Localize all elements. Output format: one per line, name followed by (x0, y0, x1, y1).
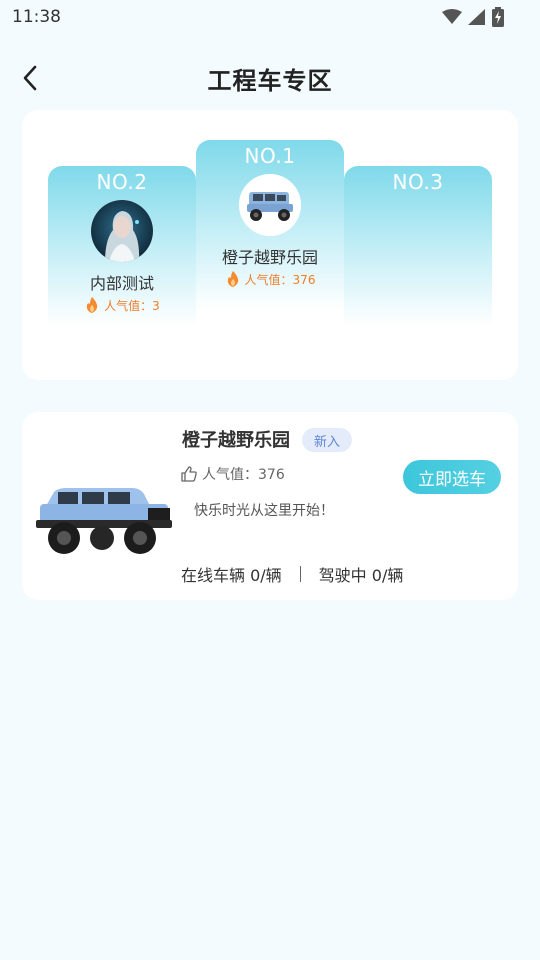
store-name: 橙子越野乐园 (221, 248, 318, 267)
popularity-text: 人气值：3 (104, 298, 160, 313)
store-name: 内部测试 (89, 274, 154, 293)
status-time: 11:38 (12, 7, 61, 27)
vehicle-image (36, 462, 172, 562)
avatar-image (91, 200, 153, 262)
back-button[interactable] (16, 64, 44, 92)
avatar (239, 174, 301, 236)
wifi-icon (442, 9, 462, 24)
signal-icon (468, 9, 485, 25)
driving-vehicles: 驾驶中 0/辆 (318, 566, 404, 585)
page-title: 工程车专区 (207, 66, 333, 95)
fire-icon (87, 297, 98, 313)
thumbs-up-icon (181, 466, 197, 482)
status-bar: 11:38 (0, 0, 540, 34)
likes-row: 人气值：376 (180, 464, 285, 484)
new-badge: 新入 (302, 428, 352, 452)
podium-rank-3[interactable]: NO.3 (344, 166, 492, 326)
rank-label: NO.3 (392, 170, 444, 194)
popularity: 人气值：376 (225, 270, 316, 288)
likes-text: 人气值：376 (202, 467, 285, 483)
store-slogan: 快乐时光从这里开始！ (194, 503, 334, 519)
fire-icon (227, 271, 238, 287)
header: 工程车专区 (0, 52, 540, 104)
rank-label: NO.2 (96, 170, 148, 194)
online-vehicles: 在线车辆 0/辆 (181, 566, 282, 585)
store-card[interactable]: 橙子越野乐园 新入 人气值：376 立即选车 快乐时光从这里开始！ 在线车辆 0… (22, 412, 518, 600)
battery-icon (492, 7, 504, 27)
popularity-text: 人气值：376 (244, 272, 316, 287)
rank-label: NO.1 (244, 144, 296, 168)
vehicle-image (239, 174, 301, 236)
podium-rank-1[interactable]: NO.1 橙子越野乐园 人气值：376 (196, 140, 344, 310)
store-name: 橙子越野乐园 (182, 430, 290, 451)
vehicle-stats: 在线车辆 0/辆 驾驶中 0/辆 (181, 562, 403, 586)
ranking-card: NO.2 内部测试 人气值：3 NO.1 橙子越野乐园 人气值：376 NO.3 (22, 110, 518, 380)
status-icons (442, 7, 504, 27)
divider (299, 566, 301, 582)
select-vehicle-button[interactable]: 立即选车 (403, 460, 501, 494)
podium-rank-2[interactable]: NO.2 内部测试 人气值：3 (48, 166, 196, 326)
chevron-left-icon (23, 65, 37, 91)
avatar (91, 200, 153, 262)
popularity: 人气值：3 (84, 296, 160, 314)
